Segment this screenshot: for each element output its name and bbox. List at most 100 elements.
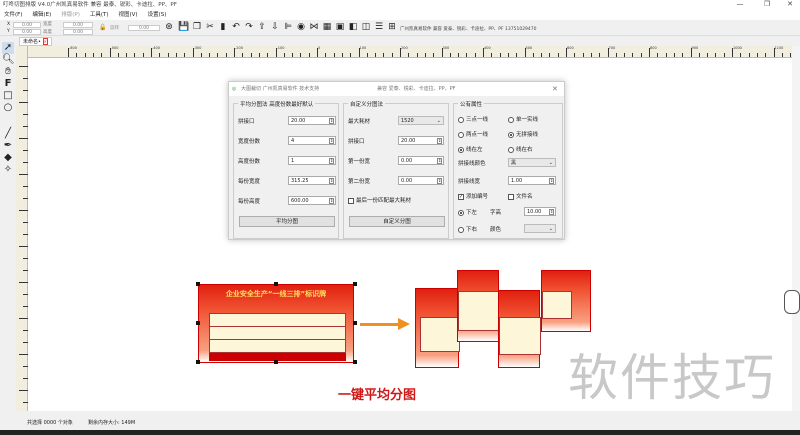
field-input[interactable]: 0.00 ⇕ (398, 176, 444, 185)
menu-view[interactable]: 视图(V) (119, 12, 138, 18)
menu-settings[interactable]: 设置(S) (148, 12, 167, 18)
bottom-right-radio[interactable]: 下右 (458, 225, 477, 233)
stack-icon[interactable]: ☰ (374, 22, 384, 33)
radio-option[interactable]: 两点一线 (458, 130, 488, 138)
x-label: X (7, 22, 11, 27)
match-max-checkbox[interactable]: 最后一份匹配最大耗材 (348, 196, 411, 204)
tab-close-icon[interactable]: ✕ (42, 38, 48, 45)
menu-layout[interactable]: 排版(P) (61, 12, 80, 18)
max-material-select[interactable]: 1520 ⌄ (398, 116, 444, 125)
radio-option[interactable]: 线在右 (508, 145, 533, 153)
field-input[interactable]: 600.00 ⇕ (288, 196, 336, 205)
redo-icon[interactable]: ↷ (244, 22, 254, 33)
distribute-icon[interactable]: ⋈ (309, 22, 319, 33)
add-number-checkbox[interactable]: ✓ 添加编号 (458, 192, 488, 200)
menu-file[interactable]: 文件(F) (4, 12, 22, 18)
x-input[interactable]: 0.00 (13, 22, 41, 28)
dialog-close-button[interactable]: ✕ (552, 82, 558, 96)
cut-icon[interactable]: ✂ (205, 22, 215, 33)
custom-split-button[interactable]: 自定义分图 (349, 216, 445, 227)
color-select[interactable]: ⌄ (524, 224, 556, 233)
field-input[interactable]: 315.25 ⇕ (288, 176, 336, 185)
selection-handle[interactable] (196, 360, 200, 364)
select-arrow-icon[interactable]: ➚ (2, 42, 14, 54)
spinner-icon[interactable]: ⇕ (329, 118, 334, 124)
left-toolbox: ➚ 🔍︎ ✋︎ F □ ○ ╱ ✒ ◆ ✧ (0, 40, 16, 420)
selection-handle[interactable] (353, 360, 357, 364)
lock-icon[interactable]: 🔓 (99, 24, 106, 31)
close-button[interactable]: ✕ (780, 0, 800, 10)
field-input[interactable]: 20.00 ⇕ (398, 136, 444, 145)
spinner-icon[interactable]: ⇕ (329, 198, 334, 204)
line-color-select[interactable]: 黑 ⌄ (508, 158, 556, 167)
restore-button[interactable]: ❐ (757, 0, 777, 10)
ruler-tick (19, 282, 28, 283)
field-input[interactable]: 0.00 ⇕ (398, 156, 444, 165)
menu-edit[interactable]: 编辑(E) (32, 12, 51, 18)
align-left-icon[interactable]: ⊫ (283, 22, 293, 33)
field-input[interactable]: 4 ⇕ (288, 136, 336, 145)
average-split-button[interactable]: 平均分图 (239, 216, 335, 227)
tab-untitled[interactable]: 未命名• ✕ (19, 37, 52, 46)
zoom-fit-icon[interactable]: ⊛ (164, 22, 174, 33)
selection-handle[interactable] (353, 282, 357, 286)
layout-icon[interactable]: ◧ (348, 22, 358, 33)
spinner-icon[interactable]: ⇕ (549, 209, 554, 215)
ruler-label: -600 (69, 46, 77, 50)
field-input[interactable]: 20.00 ⇕ (288, 116, 336, 125)
menu-tools[interactable]: 工具(T) (90, 12, 109, 18)
ruler-label: 200 (401, 46, 408, 50)
selection-handle[interactable] (196, 321, 200, 325)
spinner-icon[interactable]: ⇕ (437, 138, 442, 144)
text-icon[interactable]: F (2, 78, 14, 90)
spinner-icon[interactable]: ⇕ (329, 158, 334, 164)
selection-handle[interactable] (196, 282, 200, 286)
height-input[interactable]: 0.00 (63, 29, 93, 35)
import-icon[interactable]: ⇩ (270, 22, 280, 33)
spinner-icon[interactable]: ⇕ (437, 158, 442, 164)
mirror-icon[interactable]: ◫ (361, 22, 371, 33)
zoom-icon[interactable]: 🔍︎ (2, 54, 15, 66)
pen-icon[interactable]: ✒ (2, 140, 14, 152)
selection-handle[interactable] (274, 360, 278, 364)
ruler-tick (19, 138, 28, 139)
magic-wand-icon[interactable]: ✧ (2, 164, 14, 176)
spinner-icon[interactable]: ⇕ (549, 178, 554, 184)
ruler-tick (566, 48, 567, 57)
line-icon[interactable]: ╱ (2, 128, 14, 140)
radio-option[interactable]: 三点一线 (458, 115, 488, 123)
source-sign-image[interactable]: 企业安全生产“一线三排”标识牌 (198, 284, 354, 363)
assistant-robot-icon[interactable] (784, 290, 800, 314)
rotate-input[interactable]: 0.00 (128, 25, 160, 31)
filename-checkbox[interactable]: 文件名 (508, 192, 533, 200)
spinner-icon[interactable]: ⇕ (329, 138, 334, 144)
fill-icon[interactable]: ◆ (2, 152, 14, 164)
rectangle-icon[interactable]: □ (2, 90, 14, 102)
spinner-icon[interactable]: ⇕ (437, 178, 442, 184)
export-icon[interactable]: ⇪ (257, 22, 267, 33)
font-size-input[interactable]: 10.00 ⇕ (524, 207, 556, 216)
center-icon[interactable]: ◉ (296, 22, 306, 33)
field-input[interactable]: 1 ⇕ (288, 156, 336, 165)
y-input[interactable]: 0.00 (13, 29, 41, 35)
bottom-left-radio[interactable]: 下左 (458, 208, 477, 216)
minimize-button[interactable]: — (730, 0, 750, 10)
width-input[interactable]: 0.00 (63, 22, 93, 28)
selection-handle[interactable] (274, 282, 278, 286)
spinner-icon[interactable]: ⇕ (329, 178, 334, 184)
radio-option[interactable]: 单一实线 (508, 115, 538, 123)
save-icon[interactable]: 💾 (178, 22, 189, 33)
grid-icon[interactable]: ▦ (322, 22, 332, 33)
hand-icon[interactable]: ✋︎ (2, 66, 14, 78)
copy-icon[interactable]: ❐ (192, 22, 202, 33)
paste-icon[interactable]: ▮ (218, 22, 228, 33)
radio-option[interactable]: 无拼接线 (508, 130, 538, 138)
undo-icon[interactable]: ↶ (231, 22, 241, 33)
image-icon[interactable]: ▣ (335, 22, 345, 33)
ellipse-icon[interactable]: ○ (2, 102, 14, 114)
radio-option[interactable]: 线在左 (458, 145, 483, 153)
line-width-input[interactable]: 1.00 ⇕ (508, 176, 556, 185)
vertical-scrollbar[interactable] (792, 46, 800, 411)
selection-handle[interactable] (353, 321, 357, 325)
table-icon[interactable]: ⊞ (387, 22, 397, 33)
